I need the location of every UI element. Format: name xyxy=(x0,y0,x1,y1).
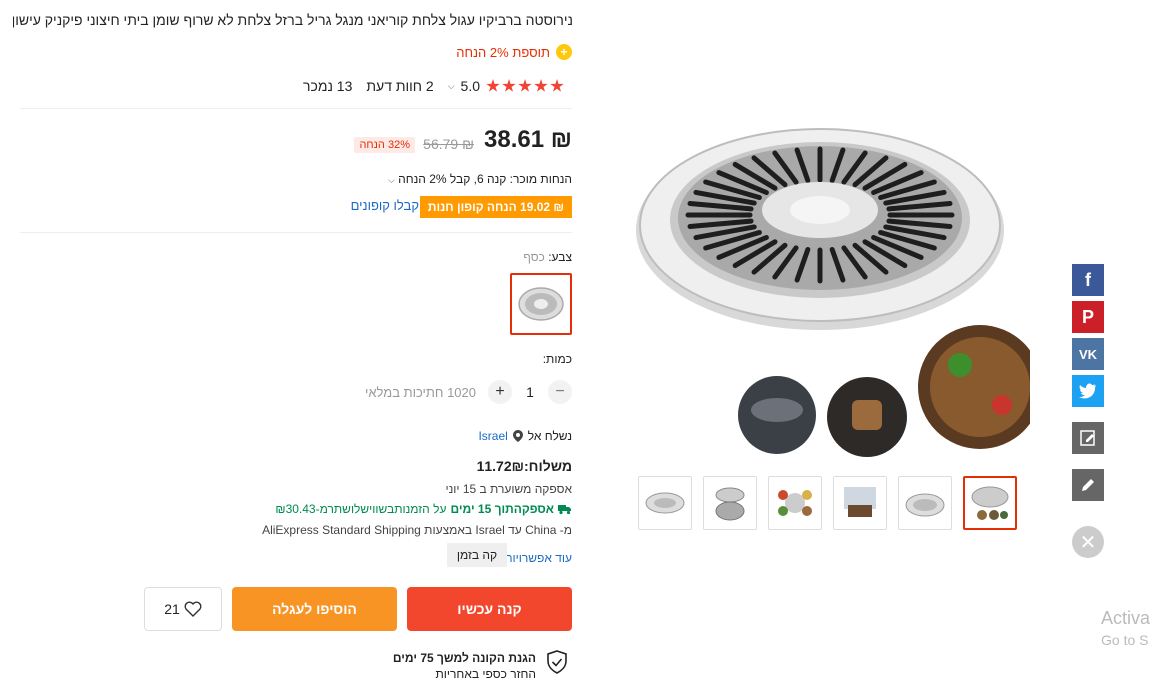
activate-overlay-line2: Go to S xyxy=(1101,632,1149,648)
note-icon xyxy=(1080,430,1095,446)
vk-icon[interactable]: VK xyxy=(1072,338,1104,370)
decrease-button[interactable]: − xyxy=(548,380,572,404)
thumbnail[interactable] xyxy=(638,476,692,530)
rating-value[interactable]: 5.0 xyxy=(461,78,480,94)
quantity-stepper: − 1 + 1020 חתיכות במלאי xyxy=(365,380,572,404)
shipping-promo-text: על הזמנותבשווישלושתרמ-₪30.43 xyxy=(275,502,447,516)
twitter-icon[interactable] xyxy=(1072,375,1104,407)
edit-note-icon[interactable] xyxy=(1072,422,1104,454)
image-thumbnails xyxy=(638,476,1017,530)
more-options-label: עוד אפשרויות xyxy=(504,551,572,565)
extra-discount-label: תוספת 2% הנחה xyxy=(456,44,550,60)
thumb-image xyxy=(971,486,1009,520)
store-coupon[interactable]: ₪ 19.02 הנחה קופון חנות xyxy=(419,196,572,218)
buy-now-button[interactable]: קנה עכשיו xyxy=(407,587,572,631)
star-icon xyxy=(502,79,516,92)
star-icon xyxy=(550,79,564,92)
ship-to[interactable]: נשלח אל Israel xyxy=(478,429,572,443)
shipping-method: מ- China עד Israel באמצעות AliExpress St… xyxy=(262,523,572,537)
facebook-icon[interactable]: f xyxy=(1072,264,1104,296)
thumb-image xyxy=(645,492,685,514)
extra-discount[interactable]: + תוספת 2% הנחה xyxy=(456,44,572,60)
add-to-cart-button[interactable]: הוסיפו לעגלה xyxy=(232,587,397,631)
sold-count: 13 נמכר xyxy=(303,78,353,94)
shipping-promo: אספקהתוך 15 ימים על הזמנותבשווישלושתרמ-₪… xyxy=(275,502,572,516)
twitter-bird xyxy=(1079,383,1096,399)
star-icon xyxy=(518,79,532,92)
quantity-value[interactable]: 1 xyxy=(520,384,540,400)
divider xyxy=(20,108,572,109)
delivery-estimate: אספקה משוערת ב 15 יוני xyxy=(445,482,572,496)
divider xyxy=(20,232,572,233)
original-price: ₪ 56.79 xyxy=(423,136,474,152)
quantity-label: כמות: xyxy=(542,352,572,366)
protection-subtitle: החזר כספי באחריות xyxy=(435,667,537,681)
shield-check-icon xyxy=(547,650,567,674)
color-value: כסף xyxy=(523,250,545,264)
get-coupons-link[interactable]: קבלו קופונים xyxy=(351,198,419,213)
seller-discounts[interactable]: הנחות מוכר: קנה 6, קבל 2% הנחה ⌵ xyxy=(388,172,572,186)
location-pin-icon xyxy=(512,430,523,442)
rating-row: 5.0 ⌵ 2 חוות דעת 13 נמכר xyxy=(303,78,564,94)
star-icon xyxy=(534,79,548,92)
thumb-image xyxy=(905,493,945,517)
pinterest-icon[interactable]: P xyxy=(1072,301,1104,333)
thumb-image xyxy=(844,487,876,517)
wishlist-count: 21 xyxy=(164,601,180,617)
current-price: ₪ 38.61 xyxy=(484,126,572,153)
thumbnail[interactable] xyxy=(703,476,757,530)
thumb-image xyxy=(715,487,745,521)
plus-circle-icon: + xyxy=(556,44,572,60)
color-label-text: צבע: xyxy=(548,250,572,264)
chevron-down-icon[interactable]: ⌵ xyxy=(448,81,455,92)
reviews-link[interactable]: 2 חוות דעת xyxy=(366,78,433,94)
star-icon xyxy=(486,79,500,92)
buyer-protection: הגנת הקונה למשך 75 ימים החזר כספי באחריו… xyxy=(393,650,568,682)
protection-title: הגנת הקונה למשך 75 ימים xyxy=(392,651,536,665)
main-product-image[interactable] xyxy=(630,20,1042,480)
discount-badge: 32% הנחה xyxy=(354,137,415,153)
increase-button[interactable]: + xyxy=(488,380,512,404)
activate-overlay-line1: Activa xyxy=(1101,608,1151,628)
thumbnail[interactable] xyxy=(963,476,1017,530)
chevron-down-icon: ⌵ xyxy=(387,175,395,185)
thumbnail[interactable] xyxy=(898,476,952,530)
seller-discounts-label: הנחות מוכר: קנה 6, קבל 2% הנחה xyxy=(398,172,572,186)
stock-available: 1020 חתיכות במלאי xyxy=(365,384,476,400)
grill-plate-image xyxy=(636,128,1042,457)
heart-icon xyxy=(184,601,202,617)
thumbnail[interactable] xyxy=(833,476,887,530)
tooltip: קה בזמן xyxy=(447,543,507,567)
grill-plate-thumb xyxy=(518,287,564,321)
ship-to-label: נשלח אל xyxy=(527,429,572,443)
color-label: צבע: כסף xyxy=(523,250,572,264)
thumbnail[interactable] xyxy=(768,476,822,530)
star-rating[interactable] xyxy=(486,79,564,93)
pencil-icon[interactable] xyxy=(1072,469,1104,501)
close-icon[interactable]: ✕ xyxy=(1072,526,1104,558)
shipping-promo-bold: אספקהתוך 15 ימים xyxy=(450,502,554,516)
shipping-cost: משלוח:11.72₪ xyxy=(476,458,572,474)
pencil-glyph xyxy=(1082,479,1094,491)
wishlist-button[interactable]: 21 xyxy=(144,587,222,631)
truck-icon xyxy=(558,504,571,514)
thumb-image xyxy=(778,490,812,516)
color-option-silver[interactable] xyxy=(510,273,572,335)
product-title: נירוסטה ברביקיו עגול צלחת קוריאני מנגל ג… xyxy=(13,12,573,28)
ship-to-country[interactable]: Israel xyxy=(478,429,507,443)
